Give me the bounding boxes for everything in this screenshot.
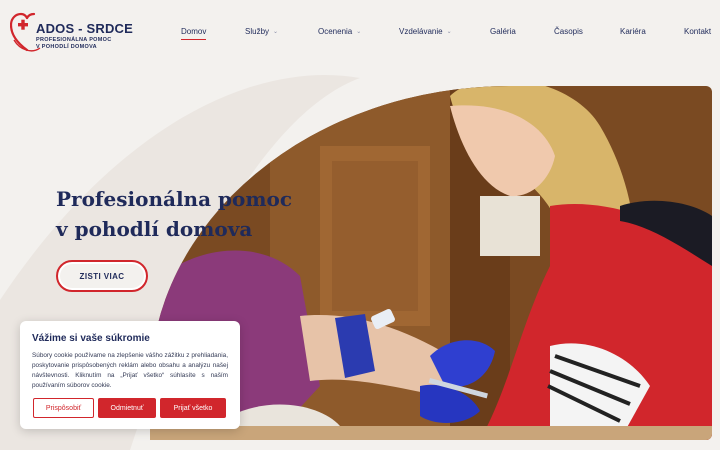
nav-item-galeria[interactable]: Galéria bbox=[490, 27, 516, 36]
accept-all-cookies-button[interactable]: Prijať všetko bbox=[160, 398, 226, 418]
nav-item-ocenenia[interactable]: Ocenenia ⌄ bbox=[318, 27, 361, 36]
chevron-down-icon: ⌄ bbox=[446, 29, 452, 35]
nav-item-sluzby[interactable]: Služby ⌄ bbox=[245, 27, 278, 36]
nav-item-kontakt[interactable]: Kontakt bbox=[684, 27, 711, 36]
nav-item-domov[interactable]: Domov bbox=[181, 27, 207, 40]
nav-label: Ocenenia bbox=[318, 27, 353, 36]
nav-label: Vzdelávanie bbox=[399, 27, 443, 36]
cookie-button-row: Prispôsobiť Odmietnuť Prijať všetko bbox=[33, 398, 226, 418]
nav-label: Kariéra bbox=[620, 27, 646, 36]
hero-title-line-2: v pohodlí domova bbox=[56, 217, 253, 241]
hero-title-line-1: Profesionálna pomoc bbox=[56, 187, 293, 211]
hero-title: Profesionálna pomoc v pohodlí domova bbox=[56, 184, 316, 244]
nav-label: Galéria bbox=[490, 27, 516, 36]
nav-label: Domov bbox=[181, 27, 207, 40]
cookie-consent-dialog: Vážime si vaše súkromie Súbory cookie po… bbox=[20, 321, 240, 429]
nav-item-vzdelavanie[interactable]: Vzdelávanie ⌄ bbox=[399, 27, 452, 36]
nav-item-kariera[interactable]: Kariéra bbox=[620, 27, 646, 36]
customize-cookies-button[interactable]: Prispôsobiť bbox=[33, 398, 94, 418]
site-header: ADOS - SRDCE PROFESIONÁLNA POMOC V POHOD… bbox=[0, 0, 720, 64]
nav-label: Služby bbox=[245, 27, 270, 36]
reject-cookies-button[interactable]: Odmietnuť bbox=[98, 398, 156, 418]
logo-tagline-2: V POHODLÍ DOMOVA bbox=[36, 44, 97, 50]
chevron-down-icon: ⌄ bbox=[273, 29, 279, 35]
main-navigation: Domov Služby ⌄ Ocenenia ⌄ Vzdelávanie ⌄ … bbox=[0, 27, 720, 41]
learn-more-button[interactable]: ZISTI VIAC bbox=[56, 260, 148, 292]
chevron-down-icon: ⌄ bbox=[356, 29, 362, 35]
nav-label: Časopis bbox=[554, 27, 583, 36]
nav-label: Kontakt bbox=[684, 27, 712, 36]
nav-item-casopis[interactable]: Časopis bbox=[554, 27, 583, 36]
cookie-title: Vážime si vaše súkromie bbox=[32, 333, 150, 344]
cookie-text: Súbory cookie používame na zlepšenie váš… bbox=[32, 352, 228, 389]
